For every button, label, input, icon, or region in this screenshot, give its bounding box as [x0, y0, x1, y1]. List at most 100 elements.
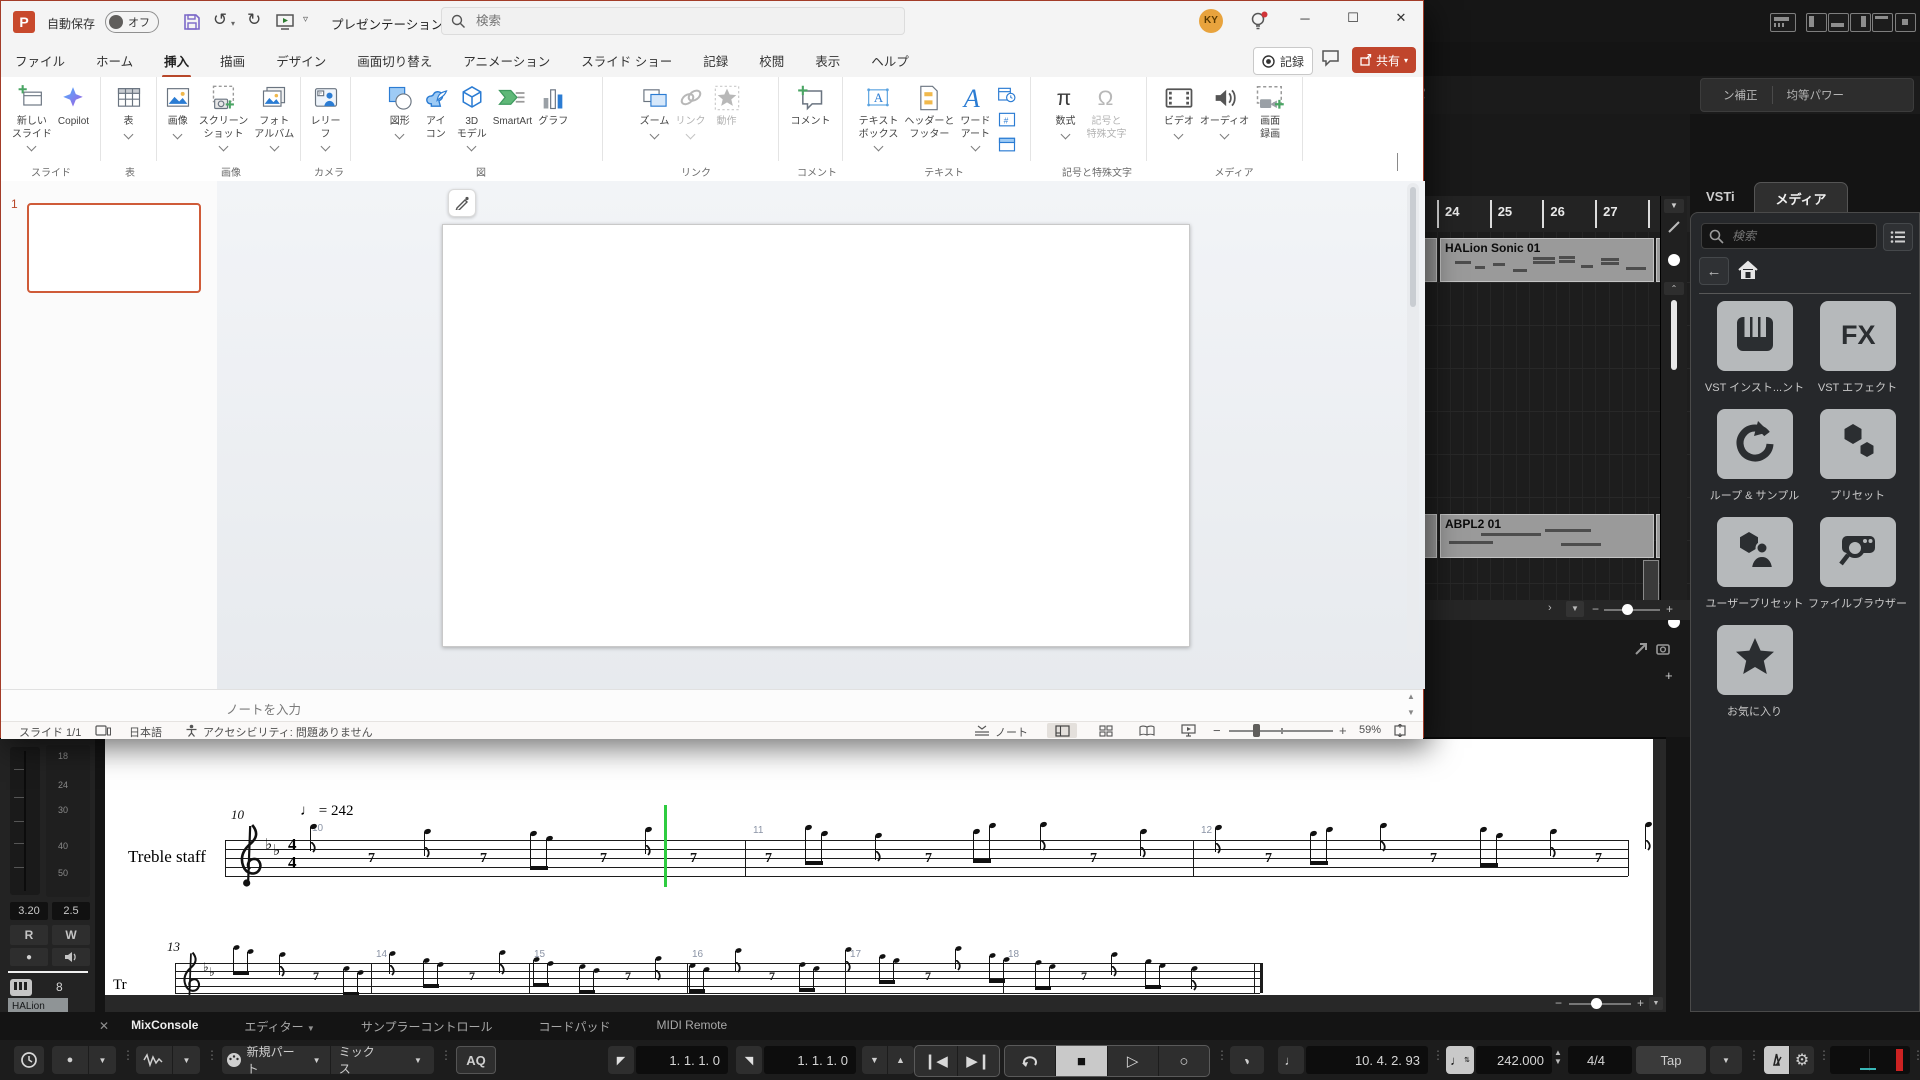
video-button[interactable]: ビデオ — [1164, 83, 1194, 139]
notes-toggle[interactable]: ノート — [995, 724, 1028, 740]
notes-scroll-down-icon[interactable]: ▼ — [1407, 708, 1415, 717]
normal-view-button[interactable] — [1047, 723, 1077, 738]
lower-zone-toggle-icon[interactable] — [1828, 13, 1849, 37]
new-comment-button[interactable]: コメント — [791, 83, 831, 129]
record-mode-group[interactable]: ● ▼ — [52, 1046, 116, 1074]
score-hscrollbar[interactable]: − + ▼ — [105, 995, 1666, 1012]
menu-tab-アニメーション[interactable]: アニメーション — [461, 51, 552, 70]
start-slideshow-icon[interactable] — [275, 12, 295, 32]
table-button[interactable]: 表 — [114, 83, 144, 139]
score-editor[interactable]: Treble staff 10 ♭ ♭ 4 4 ♩ = 242 10 11 12 7 7 7 77… — [105, 737, 1666, 1012]
snapshot-icon[interactable] — [1656, 642, 1674, 656]
audio-mode-group[interactable]: ▼ — [136, 1046, 200, 1074]
zones-toggle-icon[interactable] — [1872, 13, 1893, 37]
score-scroll-menu-icon[interactable]: ▼ — [1649, 997, 1663, 1010]
menu-tab-画面切り替え[interactable]: 画面切り替え — [355, 51, 434, 70]
date-time-icon[interactable] — [997, 85, 1017, 105]
photo-album-button[interactable]: フォト アルバム — [254, 83, 294, 152]
score-zoom-plus[interactable]: + — [1637, 996, 1644, 1010]
audio-mode-dropdown-icon[interactable]: ▼ — [173, 1046, 200, 1074]
tab-vsti[interactable]: VSTi — [1706, 189, 1735, 204]
zoom-out-icon[interactable]: − — [1213, 723, 1221, 738]
tempo-track-button[interactable]: ♩ ⇅ — [1446, 1046, 1474, 1074]
slide-thumbnail[interactable] — [27, 203, 201, 293]
midi-clip-sliver2[interactable] — [1424, 514, 1437, 558]
display-settings-icon[interactable] — [95, 725, 111, 737]
shapes-button[interactable]: 図形 — [385, 83, 415, 139]
left-locator-field[interactable]: 1. 1. 1. 0 — [636, 1046, 728, 1074]
menu-tab-校閲[interactable]: 校閲 — [757, 51, 786, 70]
arrange-vscrollbar[interactable]: ▼ ⌃ − + — [1660, 196, 1687, 683]
punch-in-icon[interactable]: ▼ — [862, 1046, 887, 1074]
hscroll-menu-icon[interactable]: ▼ — [1566, 601, 1584, 617]
tempo-spinner[interactable]: ▲ ▼ — [1554, 1048, 1562, 1067]
gain-value[interactable]: 3.20 — [10, 902, 48, 920]
left-zone-toggle-icon[interactable] — [1806, 13, 1827, 37]
avatar[interactable]: KY — [1199, 9, 1223, 33]
tap-tempo-button[interactable]: Tap — [1636, 1046, 1706, 1074]
pan-value[interactable]: 2.5 — [52, 902, 90, 920]
media-search-input[interactable] — [1730, 228, 1854, 244]
write-automation-button[interactable]: W — [52, 925, 90, 945]
menu-tab-表示[interactable]: 表示 — [813, 51, 842, 70]
cameo-button[interactable]: P レリー フ — [311, 83, 341, 152]
media-search-box[interactable] — [1701, 223, 1877, 249]
slideshow-view-button[interactable] — [1173, 723, 1203, 738]
left-locator-flag[interactable]: ◤ — [608, 1046, 634, 1074]
symbol-button[interactable]: Ω 記号と 特殊文字 — [1087, 83, 1127, 141]
vscroll-handle[interactable] — [1668, 254, 1680, 266]
maximize-button[interactable]: ☐ — [1330, 1, 1376, 35]
undo-icon[interactable]: ↺ — [213, 10, 227, 30]
score-vscrollbar[interactable] — [1653, 739, 1666, 997]
language-status[interactable]: 日本語 — [129, 724, 162, 740]
copilot-button[interactable]: Copilot — [58, 83, 89, 129]
scroll-collapse-icon[interactable]: ⌃ — [1664, 282, 1684, 295]
timeline-ruler[interactable]: 24 25 26 27 — [1424, 196, 1690, 233]
slide-counter[interactable]: スライド 1/1 — [19, 724, 81, 740]
menu-tab-記録[interactable]: 記録 — [701, 51, 730, 70]
slide-canvas[interactable] — [442, 224, 1190, 647]
icons-button[interactable]: アイ コン — [421, 83, 451, 141]
metronome-icon[interactable] — [1764, 1046, 1789, 1074]
playhead-cursor[interactable] — [664, 805, 667, 887]
media-tile[interactable] — [1819, 517, 1896, 587]
position-display[interactable]: 10. 4. 2. 93 — [1306, 1046, 1428, 1074]
setup-layout-icon[interactable] — [1895, 13, 1916, 37]
menu-tab-ホーム[interactable]: ホーム — [94, 51, 135, 70]
zoom-slider-track[interactable] — [1229, 724, 1333, 737]
media-tile[interactable] — [1716, 409, 1793, 479]
scroll-right-icon[interactable]: › — [1548, 602, 1552, 614]
menu-tab-ヘルプ[interactable]: ヘルプ — [869, 51, 911, 70]
reading-view-button[interactable] — [1132, 723, 1162, 738]
record-button[interactable]: 記録 — [1253, 47, 1313, 75]
zoom-slider-handle[interactable] — [1253, 724, 1260, 737]
punch-group[interactable]: ▼ ▲ — [862, 1046, 914, 1074]
fader[interactable] — [10, 747, 40, 895]
record-enable-button[interactable]: ● — [10, 948, 48, 966]
time-signature-display[interactable]: 4/4 — [1568, 1046, 1632, 1074]
notes-placeholder[interactable]: ノートを入力 — [226, 699, 301, 718]
vzoom-plus[interactable]: + — [1665, 668, 1673, 683]
midi-clip-halion[interactable]: HALion Sonic 01 — [1440, 238, 1654, 282]
punch-out-icon[interactable]: ▲ — [888, 1046, 913, 1074]
time-format-button[interactable]: ♩ — [1278, 1046, 1304, 1074]
tempo-dropdown-icon[interactable]: ▼ — [1710, 1046, 1742, 1074]
media-tile[interactable] — [1716, 625, 1793, 695]
action-button[interactable]: 動作 — [712, 83, 742, 129]
time-display-button[interactable] — [14, 1046, 44, 1074]
accessibility-status[interactable]: アクセシビリティ: 問題ありません — [203, 724, 373, 740]
precount-button[interactable]: ◗ — [1230, 1046, 1264, 1074]
metronome-settings-gear-icon[interactable]: ⚙ — [1790, 1046, 1814, 1074]
home-icon[interactable] — [1737, 260, 1759, 280]
stop-button[interactable]: ■ — [1056, 1046, 1108, 1076]
score-zoom-handle[interactable] — [1591, 998, 1602, 1009]
notes-pane[interactable]: ノートを入力 ▲ ▼ — [1, 689, 1423, 722]
vzoom-bar[interactable] — [1671, 300, 1677, 370]
new-slide-button[interactable]: 新しい スライド — [12, 83, 52, 152]
score-zoom-minus[interactable]: − — [1555, 996, 1562, 1010]
chart-button[interactable]: グラフ — [538, 83, 568, 129]
keyboard-panel-icon[interactable] — [1770, 13, 1796, 37]
object-icon[interactable] — [997, 135, 1017, 155]
right-locator-flag[interactable]: ◥ — [736, 1046, 762, 1074]
screenshot-button[interactable]: スクリーン ショット — [199, 83, 248, 152]
